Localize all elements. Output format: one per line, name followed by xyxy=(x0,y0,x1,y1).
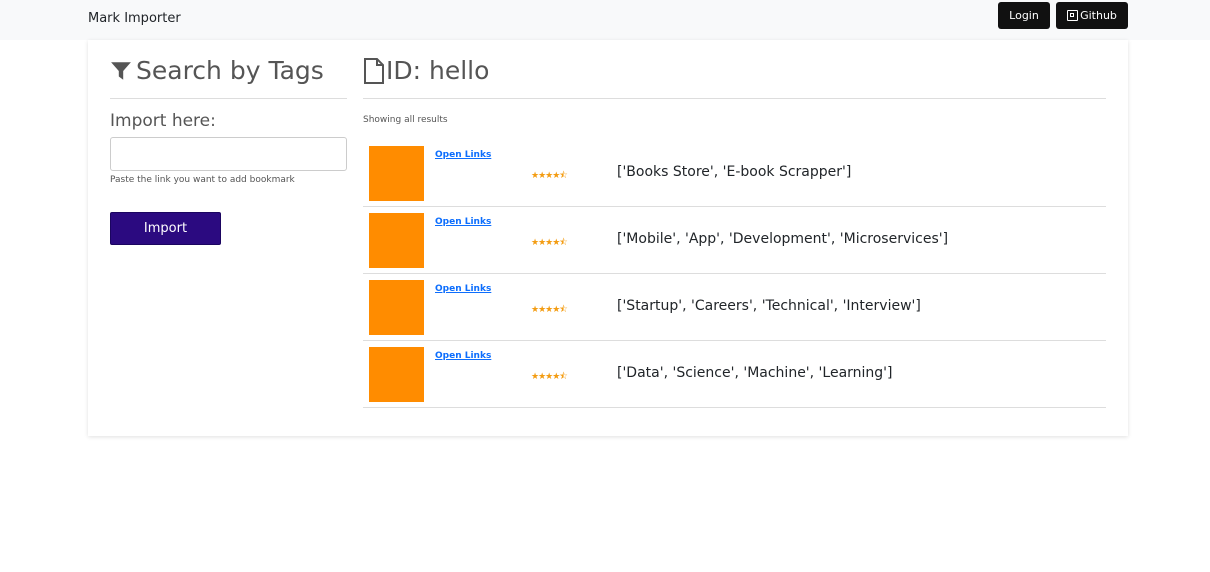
github-button-label: Github xyxy=(1080,9,1117,22)
import-label: Import here: xyxy=(110,111,216,131)
bookmark-thumbnail xyxy=(369,146,424,201)
page-title-text: ID: hello xyxy=(386,56,490,85)
import-help-text: Paste the link you want to add bookmark xyxy=(110,175,295,185)
github-icon xyxy=(1067,10,1079,21)
rating-stars: ★★★★⯪ xyxy=(531,171,568,181)
github-button[interactable]: Github xyxy=(1056,2,1128,29)
bookmark-tags: ['Startup', 'Careers', 'Technical', 'Int… xyxy=(617,298,921,314)
results-count-text: Showing all results xyxy=(363,115,448,125)
content-card: Search by Tags Import here: Paste the li… xyxy=(88,40,1128,436)
brand-link[interactable]: Mark Importer xyxy=(88,11,181,26)
bookmark-row: Open Links ★★★★⯪ ['Startup', 'Careers', … xyxy=(363,274,1106,341)
rating-stars: ★★★★⯪ xyxy=(531,305,568,315)
navbar: Mark Importer Login Github xyxy=(0,0,1210,40)
login-button[interactable]: Login xyxy=(998,2,1050,29)
open-links-link[interactable]: Open Links xyxy=(435,351,491,361)
open-links-link[interactable]: Open Links xyxy=(435,284,491,294)
rating-stars: ★★★★⯪ xyxy=(531,238,568,248)
login-button-label: Login xyxy=(1009,9,1039,22)
open-links-link[interactable]: Open Links xyxy=(435,150,491,160)
open-links-link[interactable]: Open Links xyxy=(435,217,491,227)
page-title: ID: hello xyxy=(363,56,489,85)
bookmark-tags: ['Books Store', 'E-book Scrapper'] xyxy=(617,164,852,180)
bookmark-thumbnail xyxy=(369,347,424,402)
rating-stars: ★★★★⯪ xyxy=(531,372,568,382)
file-icon xyxy=(363,57,385,84)
bookmark-row: Open Links ★★★★⯪ ['Books Store', 'E-book… xyxy=(363,140,1106,207)
main-divider xyxy=(363,98,1106,99)
sidebar-title-text: Search by Tags xyxy=(136,56,324,85)
filter-icon xyxy=(110,60,132,82)
bookmark-row: Open Links ★★★★⯪ ['Mobile', 'App', 'Deve… xyxy=(363,207,1106,274)
sidebar-title: Search by Tags xyxy=(110,56,324,85)
bookmark-row: Open Links ★★★★⯪ ['Data', 'Science', 'Ma… xyxy=(363,341,1106,408)
bookmark-list: Open Links ★★★★⯪ ['Books Store', 'E-book… xyxy=(363,140,1106,408)
import-button[interactable]: Import xyxy=(110,212,221,245)
import-link-input[interactable] xyxy=(110,137,347,171)
bookmark-thumbnail xyxy=(369,213,424,268)
bookmark-thumbnail xyxy=(369,280,424,335)
bookmark-tags: ['Mobile', 'App', 'Development', 'Micros… xyxy=(617,231,949,247)
sidebar-divider xyxy=(110,98,347,99)
bookmark-tags: ['Data', 'Science', 'Machine', 'Learning… xyxy=(617,365,893,381)
